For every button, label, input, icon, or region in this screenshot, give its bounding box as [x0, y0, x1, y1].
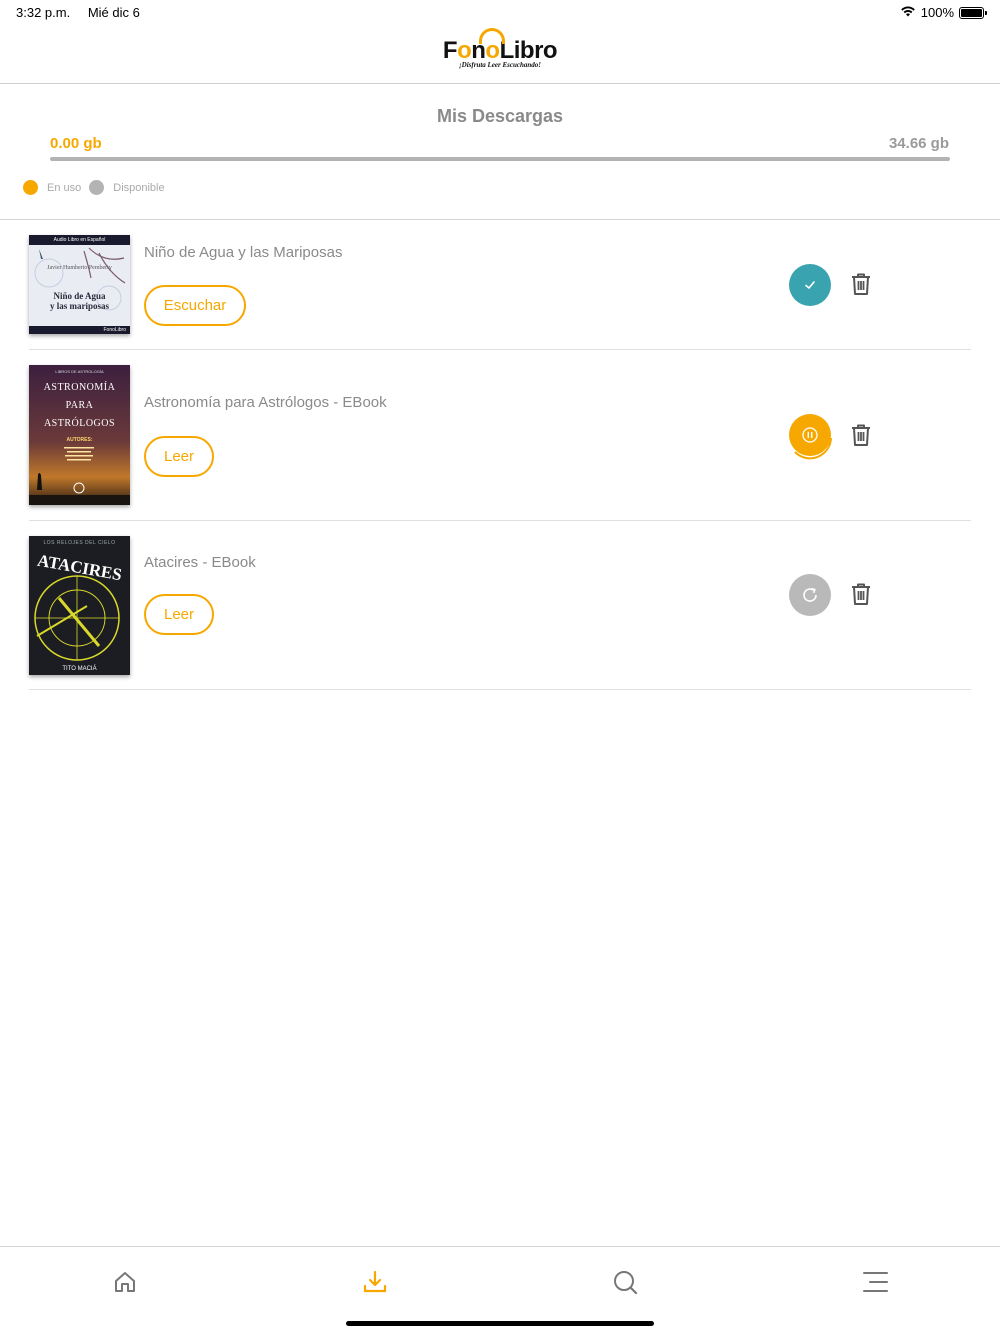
legend-item-available: Disponible	[89, 180, 165, 195]
search-icon	[614, 1271, 638, 1295]
read-button[interactable]: Leer	[144, 436, 214, 477]
trash-icon[interactable]	[847, 270, 875, 298]
trash-icon[interactable]	[847, 421, 875, 449]
download-progress-ring	[794, 437, 832, 460]
status-time: 3:32 p.m.	[16, 5, 71, 20]
list-item: LIBROS DE ASTROLOGÍA ASTRONOMÍA PARA AST…	[29, 350, 971, 521]
legend-dot-icon	[89, 180, 105, 195]
menu-icon	[863, 1272, 888, 1292]
home-icon	[115, 1272, 135, 1292]
cover-illustration	[29, 447, 130, 505]
read-button[interactable]: Leer	[144, 594, 214, 635]
storage-legend: En uso Disponible	[23, 180, 173, 195]
app-header: FonoLibro ¡Disfruta Leer Escuchando!	[0, 24, 1000, 84]
legend-dot-icon	[23, 180, 38, 195]
book-cover[interactable]: LIBROS DE ASTROLOGÍA ASTRONOMÍA PARA AST…	[29, 365, 130, 505]
total-storage-label: 34.66 gb	[888, 135, 949, 152]
downloads-list: Audio Libro en Español Javier Humberto P…	[29, 220, 971, 690]
download-retry-button[interactable]	[789, 574, 831, 616]
tab-downloads[interactable]	[360, 1267, 390, 1297]
book-title: Atacires - EBook	[144, 554, 256, 571]
listen-button[interactable]: Escuchar	[144, 285, 246, 326]
storage-section: Mis Descargas 0.00 gb 34.66 gb En uso Di…	[0, 84, 1000, 220]
wifi-icon	[900, 5, 916, 20]
refresh-icon	[803, 587, 817, 602]
logo-tagline: ¡Disfruta Leer Escuchando!	[458, 61, 542, 69]
tab-menu[interactable]	[860, 1267, 890, 1297]
battery-percent: 100%	[920, 5, 954, 20]
tab-search[interactable]	[610, 1267, 640, 1297]
download-icon	[363, 1270, 387, 1293]
home-indicator	[346, 1321, 654, 1326]
checkmark-icon	[805, 281, 815, 289]
status-bar: 3:32 p.m. Mié dic 6 100%	[0, 0, 1000, 24]
legend-item-in-use: En uso	[23, 180, 81, 195]
book-title: Niño de Agua y las Mariposas	[144, 244, 343, 261]
book-cover[interactable]: LOS RELOJES DEL CIELO ATACIRES TITO MACI…	[29, 536, 130, 675]
page-title: Mis Descargas	[436, 106, 564, 126]
download-completed-button[interactable]	[789, 264, 831, 306]
list-item: Audio Libro en Español Javier Humberto P…	[29, 220, 971, 350]
list-item: LOS RELOJES DEL CIELO ATACIRES TITO MACI…	[29, 521, 971, 690]
book-title: Astronomía para Astrólogos - EBook	[144, 394, 387, 411]
storage-progress-bar	[50, 157, 950, 161]
battery-icon	[959, 6, 987, 19]
used-storage-label: 0.00 gb	[50, 135, 102, 152]
fonolibro-logo: FonoLibro ¡Disfruta Leer Escuchando!	[443, 28, 558, 69]
book-cover[interactable]: Audio Libro en Español Javier Humberto P…	[29, 235, 130, 334]
status-date: Mié dic 6	[87, 5, 140, 20]
tab-home[interactable]	[110, 1267, 140, 1297]
trash-icon[interactable]	[847, 580, 875, 608]
